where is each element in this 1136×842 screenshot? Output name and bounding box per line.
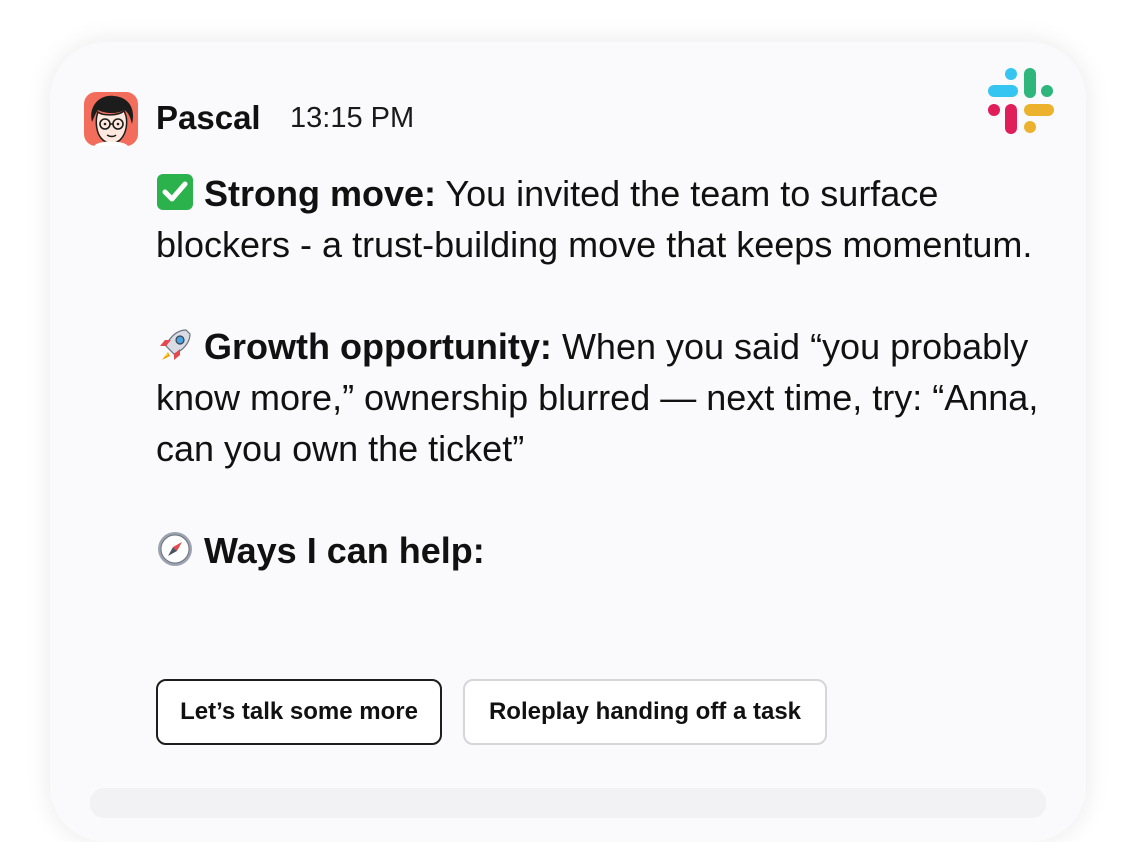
message-composer-edge [90, 788, 1046, 818]
slack-logo-icon [988, 68, 1054, 134]
sender-name[interactable]: Pascal [156, 96, 261, 140]
feedback-ways-to-help: Ways I can help: [156, 525, 1056, 576]
talk-more-button[interactable]: Let’s talk some more [156, 679, 442, 745]
avatar[interactable] [84, 92, 138, 146]
ways-to-help-heading: Ways I can help: [204, 530, 485, 571]
feedback-strong-move: Strong move: You invited the team to sur… [156, 168, 1056, 270]
pascal-avatar-icon [84, 92, 138, 146]
check-mark-icon [157, 174, 193, 210]
message-body: Strong move: You invited the team to sur… [156, 168, 1056, 627]
message-timestamp: 13:15 PM [290, 102, 415, 134]
strong-move-heading: Strong move: [204, 173, 437, 214]
growth-opportunity-heading: Growth opportunity: [204, 326, 552, 367]
roleplay-handoff-button[interactable]: Roleplay handing off a task [463, 679, 827, 745]
rocket-icon [160, 329, 191, 360]
compass-icon [158, 532, 192, 566]
feedback-growth-opportunity: Growth opportunity: When you said “you p… [156, 321, 1056, 474]
